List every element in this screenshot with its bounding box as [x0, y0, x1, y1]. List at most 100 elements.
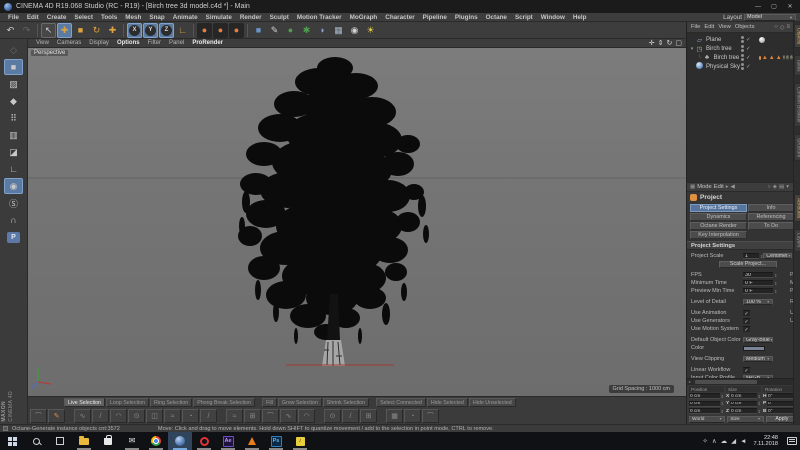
chrome-button[interactable]	[144, 432, 168, 450]
minimum-time-field[interactable]: 0 F	[743, 280, 773, 287]
selection-command-button[interactable]: Live Selection	[64, 398, 105, 407]
object-manager-menu-item[interactable]: View	[716, 24, 732, 30]
panel-tab[interactable]: Takes	[794, 55, 800, 76]
deformers-button[interactable]: ◗	[315, 23, 330, 38]
lock-x-axis-button[interactable]: X	[127, 23, 142, 38]
selection-command-button[interactable]: Hide Selected	[427, 398, 468, 407]
mail-button[interactable]: ✉	[120, 432, 144, 450]
tool-strip-icon[interactable]: ✎	[48, 409, 65, 423]
scrollbar-thumb[interactable]	[695, 380, 757, 384]
edges-mode-button[interactable]: ▥	[4, 127, 23, 143]
start-button[interactable]	[0, 432, 24, 450]
position-x-field[interactable]: 0 cm	[689, 393, 720, 399]
tool-strip-icon[interactable]: ∿	[74, 409, 91, 423]
viewport-menu-item[interactable]: Options	[113, 40, 144, 46]
tray-app-icon[interactable]: ✧	[702, 437, 707, 445]
show-hidden-icons-button[interactable]: ∧	[712, 437, 717, 445]
workplane-button[interactable]: P	[4, 229, 23, 245]
project-scale-unit-select[interactable]: Centimet▼	[763, 253, 792, 260]
selection-command-button[interactable]: Phong Break Selection	[193, 398, 255, 407]
after-effects-button[interactable]: Ae	[216, 432, 240, 450]
selection-command-button[interactable]: Grow Selection	[278, 398, 322, 407]
back-arrow-icon[interactable]: ◀	[730, 184, 734, 190]
scale-project-button[interactable]: Scale Project...	[719, 261, 777, 268]
section-header[interactable]: Project Settings	[687, 241, 800, 250]
menu-item[interactable]: Tools	[97, 14, 121, 21]
overflow-arrow-icon[interactable]: ▸	[726, 184, 729, 190]
tool-strip-icon[interactable]: ◔	[404, 409, 421, 423]
undo-button[interactable]: ↶	[3, 23, 18, 38]
tool-strip-icon[interactable]: ⌒	[262, 409, 279, 423]
live-selection-tool[interactable]: ↖	[41, 23, 56, 38]
tool-strip-icon[interactable]: /	[92, 409, 109, 423]
coordinate-system-button[interactable]: ∟	[175, 23, 190, 38]
filter-icon[interactable]: ◇	[780, 24, 785, 31]
menu-item[interactable]: Render	[236, 14, 266, 21]
lock-z-axis-button[interactable]: Z	[159, 23, 174, 38]
menu-item[interactable]: MoGraph	[346, 14, 382, 21]
object-row-plane[interactable]: ▱ Plane ✓	[689, 35, 793, 44]
minimize-button[interactable]: —	[750, 1, 766, 12]
selection-command-button[interactable]: Shrink Selection	[323, 398, 369, 407]
viewport-menu-item[interactable]: Panel	[165, 40, 188, 46]
spinner-icon[interactable]: ⇕	[774, 273, 777, 278]
menu-item[interactable]: Sculpt	[266, 14, 293, 21]
rotation-p-field[interactable]: 0°	[767, 401, 794, 407]
coordinate-space-select[interactable]: World▼	[689, 416, 725, 423]
layout-select[interactable]: Model▼	[744, 14, 796, 21]
tool-strip-icon[interactable]: ≈	[226, 409, 243, 423]
panel-tab[interactable]: Layers	[794, 229, 800, 251]
tool-strip-icon[interactable]: ≈	[164, 409, 181, 423]
color-swatch[interactable]	[743, 346, 765, 351]
vlc-button[interactable]	[240, 432, 264, 450]
tool-strip-icon[interactable]: ◠	[298, 409, 315, 423]
light-button[interactable]: ☀	[363, 23, 378, 38]
taskbar-search-button[interactable]	[24, 432, 48, 450]
attribute-tab[interactable]: Octane Render	[690, 222, 747, 230]
warning-tag-icon[interactable]: ▲	[762, 55, 768, 61]
redo-button[interactable]: ↷	[19, 23, 34, 38]
tool-strip-icon[interactable]: ◫	[146, 409, 163, 423]
opera-button[interactable]	[192, 432, 216, 450]
enable-axis-button[interactable]: ∟	[4, 161, 23, 177]
size-y-field[interactable]: 0 cm	[730, 401, 757, 407]
viewport-menu-item[interactable]: Filter	[144, 40, 165, 46]
tool-strip-icon[interactable]: ◠	[110, 409, 127, 423]
menu-item[interactable]: Simulate	[202, 14, 236, 21]
object-row-birch-parent[interactable]: ▾ ◳ Birch tree ✓	[689, 44, 793, 53]
menu-item[interactable]: Plugins	[451, 14, 482, 21]
tool-strip-icon[interactable]: ⌒	[422, 409, 439, 423]
menu-item[interactable]: Octane	[482, 14, 511, 21]
linear-workflow-checkbox[interactable]: ✓	[743, 367, 750, 373]
enable-toggle[interactable]: ✓	[746, 55, 751, 61]
tool-strip-icon[interactable]: ⊙	[324, 409, 341, 423]
menu-item[interactable]: Mesh	[121, 14, 145, 21]
camera-button[interactable]: ◉	[347, 23, 362, 38]
tool-strip-icon[interactable]: ▦	[386, 409, 403, 423]
viewport-solo-button[interactable]: ◉	[4, 178, 23, 194]
fps-field[interactable]: 30	[743, 272, 773, 279]
zoom-view-icon[interactable]: ⇕	[658, 39, 664, 47]
viewport[interactable]: Perspective Grid Spacing : 1000 cm	[28, 48, 686, 396]
tool-strip-icon[interactable]: /	[200, 409, 217, 423]
selection-command-button[interactable]: Loop Selection	[106, 398, 149, 407]
action-center-icon[interactable]	[787, 437, 797, 445]
position-y-field[interactable]: 0 cm	[689, 401, 720, 407]
layout-icon[interactable]: ▤	[779, 184, 784, 190]
polygons-mode-button[interactable]: ◪	[4, 144, 23, 160]
attribute-tab[interactable]: Key Interpolation	[690, 231, 747, 239]
enable-toggle[interactable]: ✓	[746, 64, 751, 70]
default-object-color-select[interactable]: Gray-Blue▼	[743, 337, 773, 344]
menu-item[interactable]: Help	[569, 14, 591, 21]
lock-icon[interactable]: ◈	[773, 184, 777, 190]
use-gener[ators-checkbox[interactable]: ✓	[743, 318, 750, 324]
search-icon[interactable]: ○	[774, 24, 778, 31]
size-z-field[interactable]: 0 cm	[730, 408, 757, 414]
use-motion-system-checkbox[interactable]: ✓	[743, 326, 750, 332]
menu-item[interactable]: Create	[43, 14, 71, 21]
viewport-menu-item[interactable]: View	[32, 40, 53, 46]
viewport-menu-item[interactable]: Cameras	[53, 40, 85, 46]
tool-strip-icon[interactable]: ⊞	[360, 409, 377, 423]
render-view-button[interactable]: ●	[197, 23, 212, 38]
close-button[interactable]: ✕	[782, 1, 798, 12]
